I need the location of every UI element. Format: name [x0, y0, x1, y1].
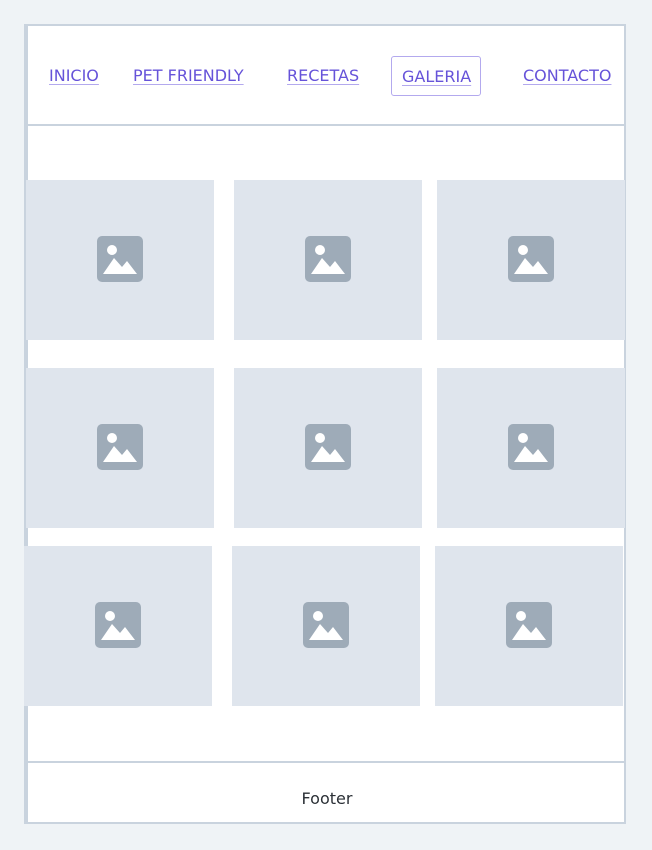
image-placeholder-icon — [305, 236, 351, 282]
gallery-tile[interactable] — [24, 546, 212, 706]
image-placeholder-icon — [97, 424, 143, 470]
gallery-tile[interactable] — [437, 368, 625, 528]
gallery-tile[interactable] — [435, 546, 623, 706]
gallery-tile[interactable] — [26, 180, 214, 340]
page-footer: Footer — [28, 761, 626, 822]
image-placeholder-icon — [305, 424, 351, 470]
nav-link-recetas[interactable]: RECETAS — [287, 56, 359, 96]
nav-link-pet-friendly[interactable]: PET FRIENDLY — [133, 56, 244, 96]
image-placeholder-icon — [97, 236, 143, 282]
image-placeholder-icon — [506, 602, 552, 648]
gallery-tile[interactable] — [234, 180, 422, 340]
gallery-tile[interactable] — [234, 368, 422, 528]
gallery-tile[interactable] — [437, 180, 625, 340]
nav-link-contacto[interactable]: CONTACTO — [523, 56, 611, 96]
nav-link-galeria[interactable]: GALERIA — [391, 56, 481, 96]
image-placeholder-icon — [95, 602, 141, 648]
image-placeholder-icon — [303, 602, 349, 648]
page-frame: INICIO PET FRIENDLY RECETAS GALERIA CONT… — [24, 24, 626, 824]
gallery-tile[interactable] — [26, 368, 214, 528]
nav-link-inicio[interactable]: INICIO — [49, 56, 99, 96]
footer-text: Footer — [301, 789, 353, 808]
image-placeholder-icon — [508, 236, 554, 282]
image-placeholder-icon — [508, 424, 554, 470]
gallery-tile[interactable] — [232, 546, 420, 706]
main-nav: INICIO PET FRIENDLY RECETAS GALERIA CONT… — [28, 26, 626, 126]
